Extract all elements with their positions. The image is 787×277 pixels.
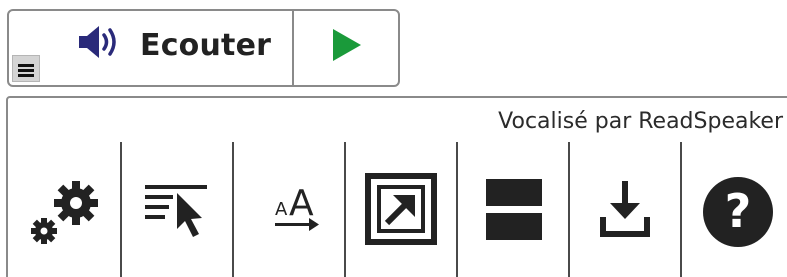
- listen-label: Ecouter: [140, 27, 272, 63]
- svg-text:A: A: [275, 199, 288, 220]
- page-mask-icon: [486, 179, 542, 240]
- readspeaker-widget: Ecouter Vocalisé par ReadSpeaker A A ?: [0, 0, 787, 277]
- hamburger-menu-icon[interactable]: [12, 55, 40, 82]
- help-icon: ?: [703, 177, 773, 247]
- player-bar: Ecouter: [7, 9, 400, 87]
- speaker-icon: [76, 24, 124, 64]
- svg-text:A: A: [289, 183, 314, 224]
- click-and-listen-icon: [145, 185, 207, 237]
- click-and-listen-button[interactable]: [122, 143, 234, 277]
- text-enlarge-icon: A A: [275, 183, 319, 231]
- settings-gears-icon: [31, 181, 98, 244]
- help-button[interactable]: ?: [682, 143, 787, 277]
- svg-text:?: ?: [725, 184, 752, 238]
- download-button[interactable]: [570, 143, 682, 277]
- play-icon: [333, 29, 361, 61]
- popup-external-icon: [365, 173, 437, 245]
- download-icon: [600, 181, 650, 237]
- popup-button[interactable]: [346, 143, 458, 277]
- listen-button[interactable]: Ecouter: [9, 11, 294, 85]
- page-mask-button[interactable]: [458, 143, 570, 277]
- text-enlarge-button[interactable]: A A: [234, 143, 346, 277]
- readspeaker-credit: Vocalisé par ReadSpeaker: [498, 109, 783, 134]
- settings-button[interactable]: [12, 143, 124, 277]
- play-button[interactable]: [294, 11, 398, 85]
